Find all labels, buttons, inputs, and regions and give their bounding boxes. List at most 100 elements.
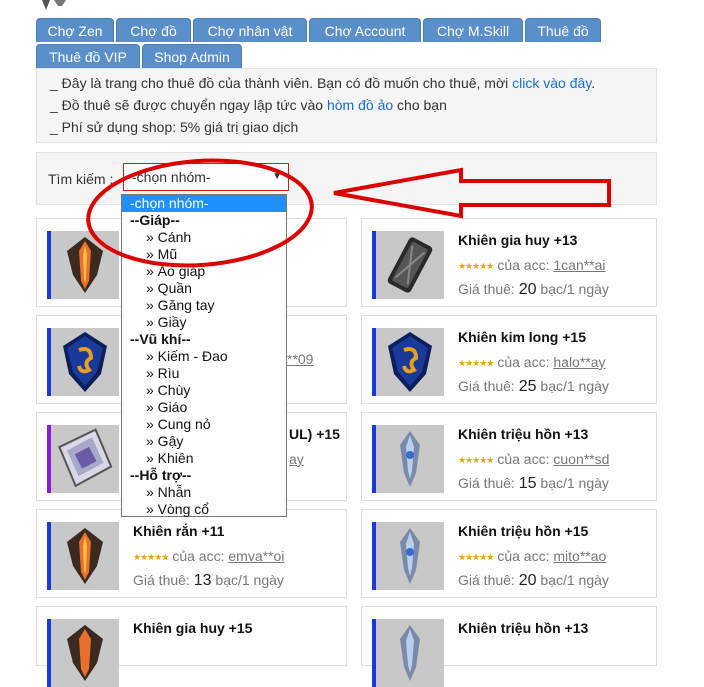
tab-thue-do[interactable]: Thuê đồ: [525, 18, 601, 42]
tab-shop-admin[interactable]: Shop Admin: [142, 44, 242, 68]
dropdown-group-giap: --Giáp--: [130, 212, 180, 228]
item-title: Khiên triệu hồn +13: [458, 426, 589, 442]
item-card[interactable]: Khiên rắn +11 ★★★★★ của acc: emva**oi Giá…: [36, 509, 347, 598]
dropdown-option[interactable]: » Giáo: [122, 399, 286, 416]
tab-cho-nhan-vat[interactable]: Chợ nhân vật: [193, 18, 307, 42]
owner-link[interactable]: ay: [289, 451, 304, 467]
info-panel: _ Đây là trang cho thuê đồ của thành viê…: [36, 68, 657, 143]
item-price: Giá thuê: 20 bạc/1 ngày: [458, 281, 609, 299]
owner-link[interactable]: mito**ao: [553, 548, 606, 564]
price-label: Giá thuê:: [133, 572, 190, 588]
virtual-chest-link[interactable]: hòm đồ ảo: [327, 97, 393, 113]
shield-icon: [51, 619, 119, 687]
shield-icon: [376, 619, 444, 687]
dropdown-option[interactable]: » Găng tay: [122, 297, 286, 314]
item-card[interactable]: Khiên kim long +15 ★★★★★ của acc: halo**a…: [361, 315, 657, 404]
item-owner: **09: [287, 351, 313, 367]
item-price: Giá thuê: 13 bạc/1 ngày: [133, 572, 284, 590]
price-unit: bạc/1 ngày: [540, 572, 609, 588]
item-owner: ★★★★★ của acc: cuon**sd: [458, 451, 609, 467]
price-label: Giá thuê:: [458, 572, 515, 588]
info-line-1: _ Đây là trang cho thuê đồ của thành viê…: [50, 72, 656, 94]
price-value: 25: [518, 378, 537, 395]
search-label: Tìm kiếm :: [48, 171, 114, 187]
owner-prefix: của acc:: [172, 548, 225, 564]
item-title: Khiên rắn +11: [133, 523, 225, 539]
dropdown-option[interactable]: » Cung nỏ: [122, 416, 286, 433]
info-text: .: [591, 75, 596, 91]
shield-icon: [51, 231, 119, 299]
dropdown-option[interactable]: » Vòng cổ: [122, 501, 286, 518]
dropdown-option[interactable]: » Áo giáp: [122, 263, 286, 280]
star-rating-icon: ★★★★★: [458, 261, 494, 271]
group-select-value: -chọn nhóm-: [132, 169, 211, 185]
price-unit: bạc/1 ngày: [540, 281, 609, 297]
item-owner: ★★★★★ của acc: mito**ao: [458, 548, 606, 564]
logo-fragment: [42, 0, 66, 10]
info-line-2: _ Đồ thuê sẽ được chuyển ngay lập tức và…: [50, 94, 656, 116]
rent-out-link[interactable]: click vào đây: [512, 75, 591, 91]
price-value: 20: [518, 572, 537, 589]
shield-icon: [376, 425, 444, 493]
item-card[interactable]: Khiên gia huy +13 ★★★★★ của acc: 1can**ai…: [361, 218, 657, 307]
owner-prefix: của acc:: [497, 257, 550, 273]
item-title: Khiên triệu hồn +15: [458, 523, 589, 539]
info-text: cho bạn: [393, 97, 447, 113]
tab-cho-m-skill[interactable]: Chợ M.Skill: [423, 18, 523, 42]
chevron-down-icon: ▼: [272, 171, 282, 182]
price-unit: bạc/1 ngày: [540, 475, 609, 491]
dropdown-option[interactable]: » Kiếm - Đao: [122, 348, 286, 365]
dropdown-option[interactable]: » Quần: [122, 280, 286, 297]
price-value: 13: [193, 572, 212, 589]
star-rating-icon: ★★★★★: [458, 552, 494, 562]
price-value: 20: [518, 281, 537, 298]
item-title: Khiên gia huy +15: [133, 620, 253, 636]
tab-cho-do[interactable]: Chợ đồ: [116, 18, 191, 42]
tab-cho-account[interactable]: Chợ Account: [309, 18, 421, 42]
price-label: Giá thuê:: [458, 475, 515, 491]
dropdown-option[interactable]: » Nhẫn: [122, 484, 286, 501]
owner-link[interactable]: 1can**ai: [553, 257, 605, 273]
price-unit: bạc/1 ngày: [215, 572, 284, 588]
info-line-3: _ Phí sử dụng shop: 5% giá trị giao dịch: [50, 119, 299, 135]
price-unit: bạc/1 ngày: [540, 378, 609, 394]
item-title: Khiên gia huy +13: [458, 232, 578, 248]
shield-icon: [376, 522, 444, 590]
item-owner: ★★★★★ của acc: emva**oi: [133, 548, 284, 564]
shield-icon: [51, 425, 119, 493]
item-card[interactable]: Khiên triệu hồn +15 ★★★★★ của acc: mito**…: [361, 509, 657, 598]
owner-prefix: của acc:: [497, 548, 550, 564]
item-card[interactable]: Khiên triệu hồn +13 ★★★★★ của acc: cuon**…: [361, 412, 657, 501]
owner-link[interactable]: cuon**sd: [553, 451, 609, 467]
tab-thue-do-vip[interactable]: Thuê đồ VIP: [36, 44, 140, 68]
dropdown-option[interactable]: » Chùy: [122, 382, 286, 399]
shield-icon: [51, 328, 119, 396]
dropdown-group-ho-tro: --Hỗ trợ--: [130, 467, 192, 483]
owner-link[interactable]: halo**ay: [553, 354, 605, 370]
group-select-dropdown[interactable]: -chọn nhóm- --Giáp-- » Cánh » Mũ » Áo gi…: [121, 194, 287, 517]
item-owner: ★★★★★ của acc: halo**ay: [458, 354, 606, 370]
item-card[interactable]: Khiên triệu hồn +13: [361, 606, 657, 687]
dropdown-option[interactable]: » Mũ: [122, 246, 286, 263]
dropdown-option[interactable]: » Gậy: [122, 433, 286, 450]
owner-link[interactable]: **09: [287, 351, 313, 367]
price-label: Giá thuê:: [458, 281, 515, 297]
tab-cho-zen[interactable]: Chợ Zen: [36, 18, 114, 42]
item-price: Giá thuê: 25 bạc/1 ngày: [458, 378, 609, 396]
dropdown-option-selected[interactable]: -chọn nhóm-: [122, 195, 286, 212]
dropdown-option[interactable]: » Cánh: [122, 229, 286, 246]
owner-link[interactable]: emva**oi: [228, 548, 284, 564]
shield-icon: [376, 328, 444, 396]
star-rating-icon: ★★★★★: [133, 552, 169, 562]
dropdown-option[interactable]: » Rìu: [122, 365, 286, 382]
group-select[interactable]: -chọn nhóm- ▼: [123, 163, 289, 191]
item-title: Khiên triệu hồn +13: [458, 620, 589, 636]
dropdown-option[interactable]: » Giầy: [122, 314, 286, 331]
item-owner: ★★★★★ của acc: 1can**ai: [458, 257, 606, 273]
item-card[interactable]: Khiên gia huy +15: [36, 606, 347, 687]
item-price: Giá thuê: 15 bạc/1 ngày: [458, 475, 609, 493]
dropdown-option[interactable]: » Khiên: [122, 450, 286, 467]
shield-icon: [376, 231, 444, 299]
price-label: Giá thuê:: [458, 378, 515, 394]
shield-icon: [51, 522, 119, 590]
